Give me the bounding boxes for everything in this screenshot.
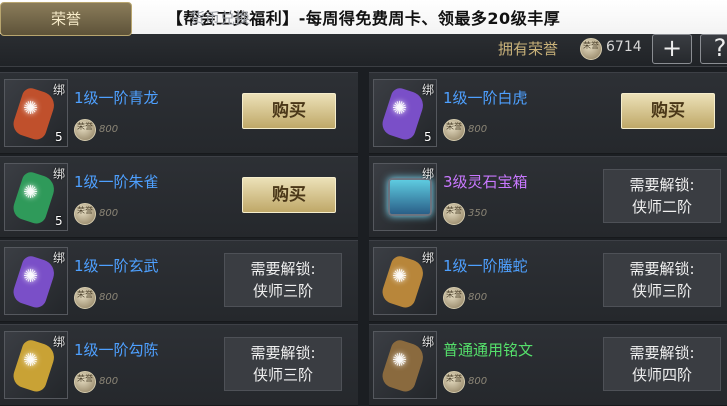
honor-coin-icon: 荣誉 xyxy=(74,371,96,393)
bound-label: 绑 xyxy=(421,83,434,97)
item-name: 普通通用铭文 xyxy=(443,341,534,359)
unlock-requirement: 需要解锁: 侠师三阶 xyxy=(224,337,342,391)
honor-coin-icon: 荣誉 xyxy=(580,38,602,60)
rune-glyph-icon: ✺ xyxy=(23,266,39,287)
item-name: 1级一阶勾陈 xyxy=(74,341,159,359)
bound-label: 绑 xyxy=(421,335,434,349)
item-name: 1级一阶青龙 xyxy=(74,89,159,107)
owned-honor-value: 6714 xyxy=(606,39,642,55)
rune-glyph-icon: ✺ xyxy=(392,98,408,119)
unlock-requirement: 需要解锁: 侠师三阶 xyxy=(224,253,342,307)
honor-coin-icon: 荣誉 xyxy=(74,119,96,141)
item-name: 1级一阶白虎 xyxy=(443,89,528,107)
item-name: 1级一阶螣蛇 xyxy=(443,257,528,275)
item-thumbnail: ✺ 绑 5 xyxy=(373,79,437,147)
honor-coin-icon: 荣誉 xyxy=(443,203,465,225)
item-thumbnail: ✺ 绑 xyxy=(373,247,437,315)
rune-glyph-icon: ✺ xyxy=(392,350,408,371)
honor-coin-icon: 荣誉 xyxy=(74,203,96,225)
item-thumbnail: ✺ 绑 xyxy=(4,247,68,315)
item-thumbnail: ✺ 绑 5 xyxy=(4,79,68,147)
shop-item[interactable]: ✺ 绑 5 1级一阶青龙 荣誉 800 购买 xyxy=(0,72,358,154)
unlock-requirement: 需要解锁: 侠师二阶 xyxy=(603,169,721,223)
item-name: 3级灵石宝箱 xyxy=(443,173,528,191)
unlock-label: 需要解锁: xyxy=(250,260,316,278)
item-price: 800 xyxy=(99,292,119,303)
item-thumbnail: ✺ 绑 xyxy=(373,331,437,399)
rune-glyph-icon: ✺ xyxy=(23,98,39,119)
shop-item[interactable]: ✺ 绑 5 1级一阶朱雀 荣誉 800 购买 xyxy=(0,156,358,238)
rune-glyph-icon: ✺ xyxy=(392,266,408,287)
item-price: 800 xyxy=(99,208,119,219)
item-price: 800 xyxy=(99,376,119,387)
item-name: 1级一阶朱雀 xyxy=(74,173,159,191)
shop-item[interactable]: ✺ 绑 5 1级一阶白虎 荣誉 800 购买 xyxy=(369,72,727,154)
bound-label: 绑 xyxy=(52,167,65,181)
bound-label: 绑 xyxy=(52,251,65,265)
unlock-label: 需要解锁: xyxy=(250,344,316,362)
treasure-chest-icon xyxy=(388,178,432,216)
honor-coin-icon: 荣誉 xyxy=(443,371,465,393)
unlock-label: 需要解锁: xyxy=(629,176,695,194)
item-name: 1级一阶玄武 xyxy=(74,257,159,275)
shop-item[interactable]: ✺ 绑 普通通用铭文 荣誉 800 需要解锁: 侠师四阶 xyxy=(369,324,727,406)
item-price: 800 xyxy=(468,376,488,387)
unlock-label: 需要解锁: xyxy=(629,260,695,278)
unlock-requirement: 需要解锁: 侠师三阶 xyxy=(603,253,721,307)
shop-item[interactable]: ✺ 绑 1级一阶玄武 荣誉 800 需要解锁: 侠师三阶 xyxy=(0,240,358,322)
bound-label: 绑 xyxy=(52,335,65,349)
unlock-label: 需要解锁: xyxy=(629,344,695,362)
shop-item[interactable]: ✺ 绑 1级一阶螣蛇 荣誉 800 需要解锁: 侠师三阶 xyxy=(369,240,727,322)
buy-button[interactable]: 购买 xyxy=(242,93,336,129)
unlock-level: 侠师四阶 xyxy=(631,366,692,384)
item-thumbnail: ✺ 绑 5 xyxy=(4,163,68,231)
shop-item[interactable]: 绑 3级灵石宝箱 荣誉 350 需要解锁: 侠师二阶 xyxy=(369,156,727,238)
item-price: 800 xyxy=(99,124,119,135)
item-count: 5 xyxy=(55,130,63,144)
help-button[interactable]: ? xyxy=(700,34,727,64)
owned-honor-label: 拥有荣誉 xyxy=(498,40,559,58)
honor-coin-icon: 荣誉 xyxy=(74,287,96,309)
shop-item[interactable]: ✺ 绑 1级一阶勾陈 荣誉 800 需要解锁: 侠师三阶 xyxy=(0,324,358,406)
unlock-level: 侠师三阶 xyxy=(631,282,692,300)
unlock-level: 侠师三阶 xyxy=(252,366,313,384)
rune-glyph-icon: ✺ xyxy=(23,182,39,203)
item-price: 350 xyxy=(468,208,488,219)
bound-label: 绑 xyxy=(421,251,434,265)
item-price: 800 xyxy=(468,124,488,135)
add-honor-button[interactable]: + xyxy=(652,34,692,64)
item-count: 5 xyxy=(55,214,63,228)
unlock-level: 侠师二阶 xyxy=(631,198,692,216)
item-thumbnail: ✺ 绑 xyxy=(4,331,68,399)
unlock-level: 侠师三阶 xyxy=(252,282,313,300)
honor-coin-icon: 荣誉 xyxy=(443,119,465,141)
bound-label: 绑 xyxy=(421,167,434,181)
item-thumbnail: 绑 xyxy=(373,163,437,231)
unlock-requirement: 需要解锁: 侠师四阶 xyxy=(603,337,721,391)
buy-button[interactable]: 购买 xyxy=(242,177,336,213)
item-count: 5 xyxy=(424,130,432,144)
tab-honor[interactable]: 荣誉 xyxy=(0,2,132,36)
buy-button[interactable]: 购买 xyxy=(621,93,715,129)
tab-currency-exchange[interactable]: 货币兑换 xyxy=(150,2,290,34)
honor-coin-icon: 荣誉 xyxy=(443,287,465,309)
bound-label: 绑 xyxy=(52,83,65,97)
rune-glyph-icon: ✺ xyxy=(23,350,39,371)
item-price: 800 xyxy=(468,292,488,303)
